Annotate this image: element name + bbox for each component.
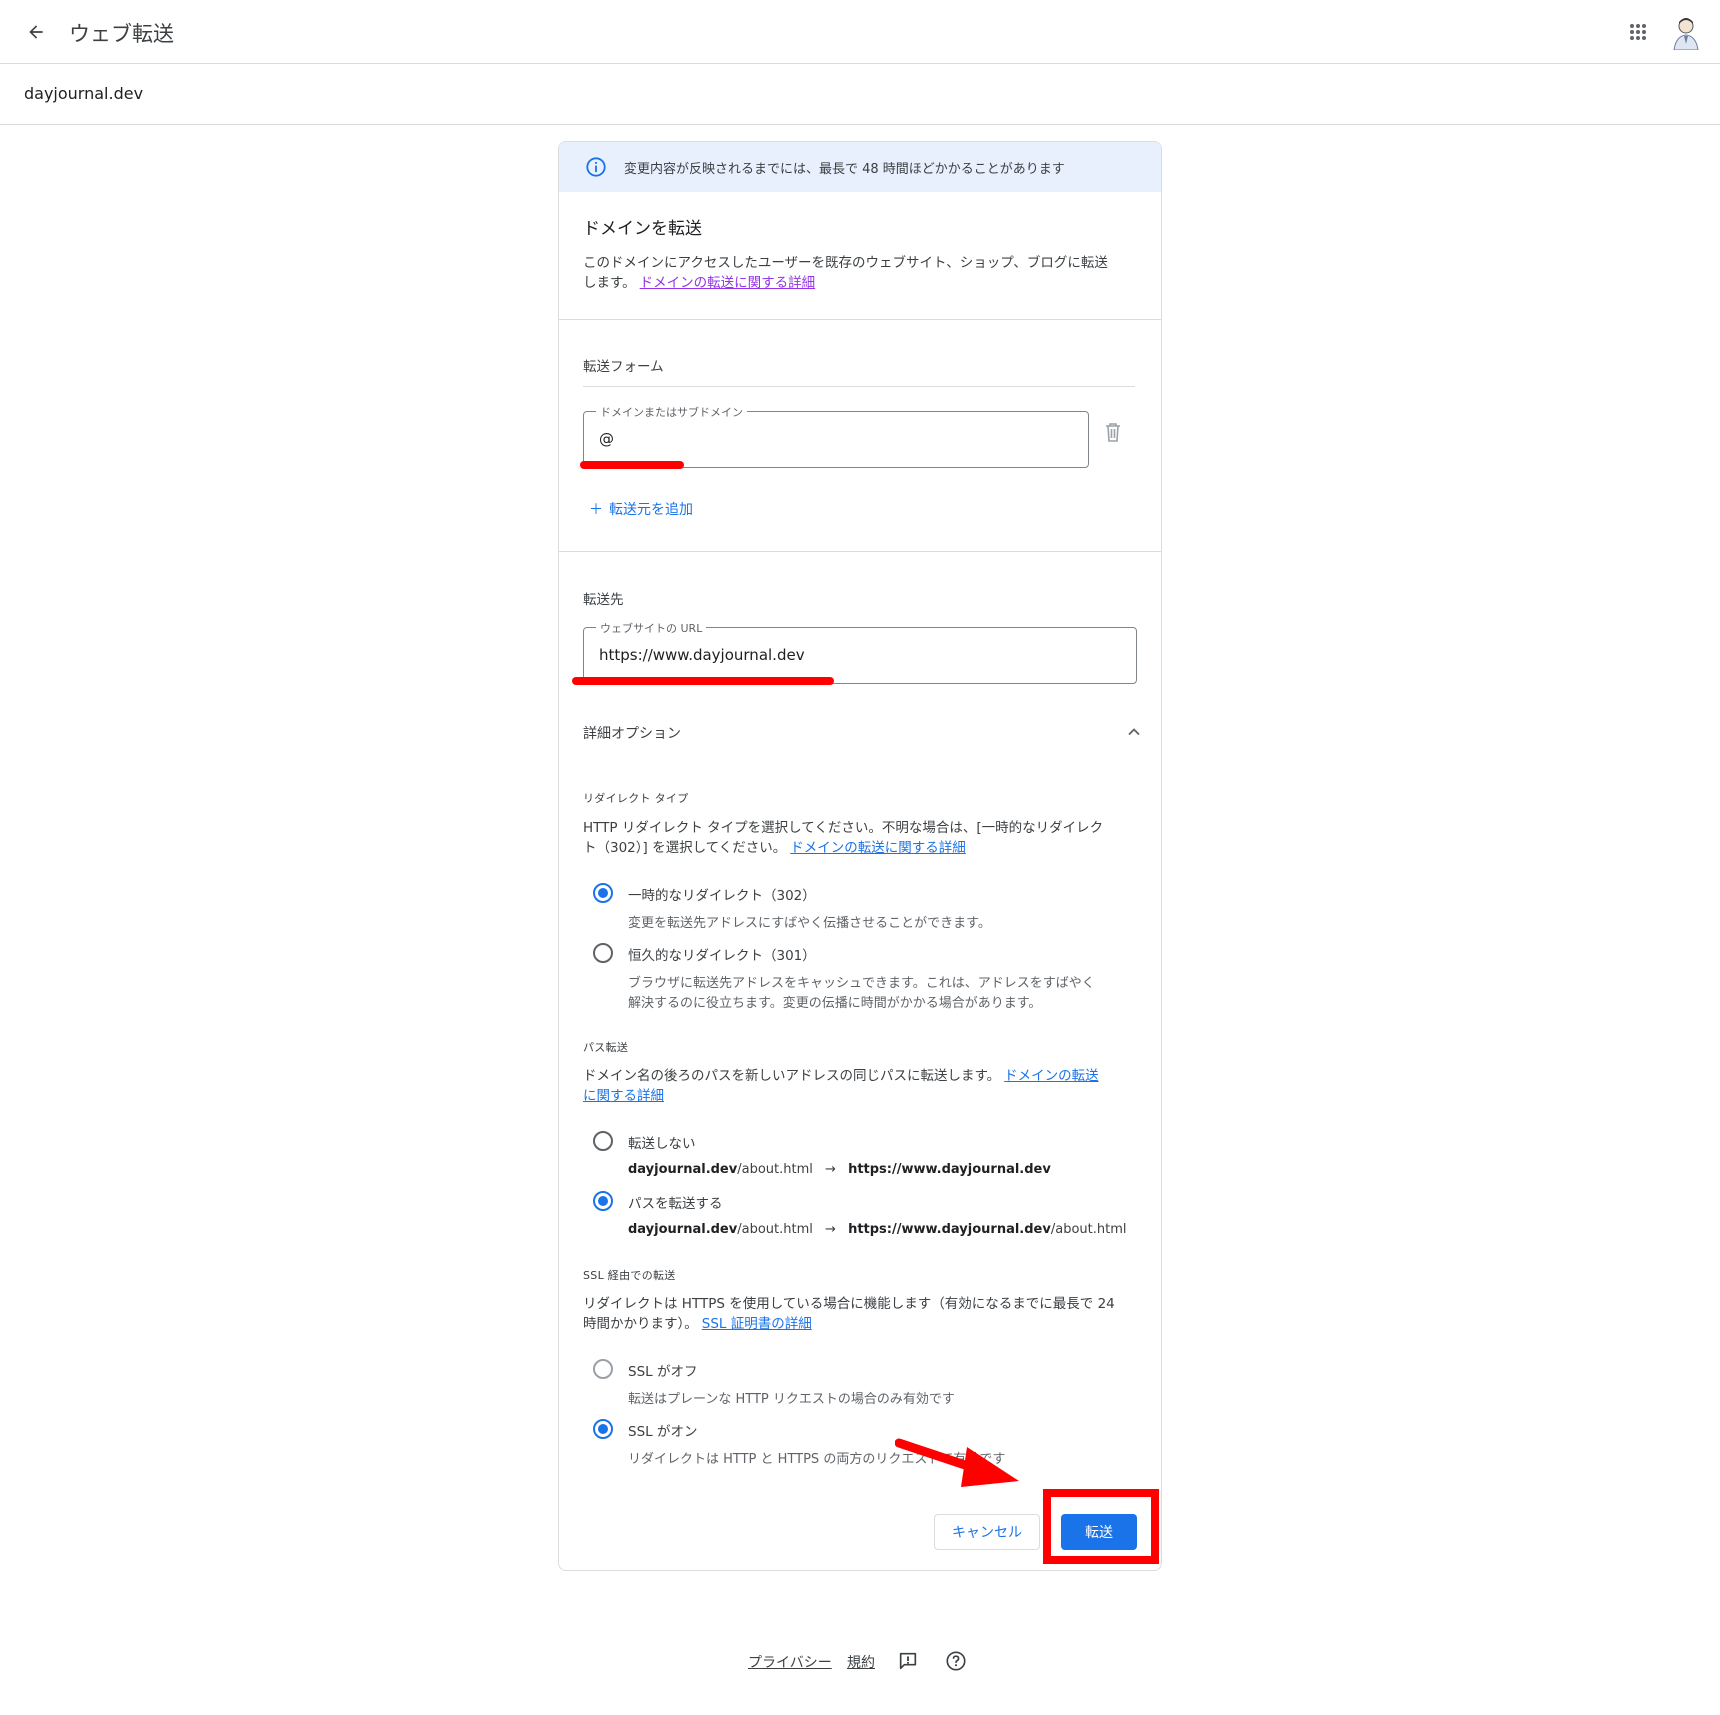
radio-no-path-forwarding[interactable] (593, 1131, 613, 1151)
domain-bar: dayjournal.dev (0, 64, 1720, 125)
radio-ssl-off[interactable] (593, 1359, 613, 1379)
example-source-path: /about.html (737, 1222, 813, 1237)
radio-temporary-redirect[interactable] (593, 883, 613, 903)
back-arrow-button[interactable] (22, 18, 50, 46)
path-forwarding-heading: パス転送 (583, 1041, 629, 1054)
info-icon (586, 157, 606, 177)
example-source-path: /about.html (737, 1162, 813, 1177)
radio-temporary-label: 一時的なリダイレクト（302） (628, 888, 816, 904)
arrow-right-icon: → (825, 1222, 836, 1237)
path-details-link-part2[interactable]: に関する詳細 (583, 1086, 664, 1106)
path-forwarding-desc-text: ドメイン名の後ろのパスを新しいアドレスの同じパスに転送します。 (583, 1068, 1001, 1084)
destination-url-label: ウェブサイトの URL (596, 620, 707, 636)
ssl-desc-line1: リダイレクトは HTTPS を使用している場合に機能します（有効になるまでに最長… (583, 1296, 1115, 1312)
redirect-type-desc-text: ト（302）] を選択してください。 (583, 840, 787, 856)
annotation-highlight-box (1043, 1489, 1159, 1564)
add-source-button[interactable]: ＋ 転送元を追加 (589, 499, 693, 519)
destination-title: 転送先 (583, 592, 624, 608)
radio-forward-path-label: パスを転送する (628, 1196, 723, 1212)
divider (583, 386, 1135, 387)
annotation-underline-destination (572, 677, 834, 685)
arrow-back-icon (29, 25, 43, 39)
info-banner: 変更内容が反映されるまでには、最長で 48 時間ほどかかることがあります (559, 142, 1161, 192)
forward-domain-desc-text: します。 (583, 275, 636, 291)
annotation-underline-source (580, 461, 684, 469)
destination-url-input[interactable]: ウェブサイトの URL https://www.dayjournal.dev (583, 620, 1137, 684)
example-target: https://www.dayjournal.dev (848, 1222, 1051, 1237)
domain-name: dayjournal.dev (24, 84, 144, 103)
apps-grid-icon (1630, 24, 1646, 40)
radio-ssl-on[interactable] (593, 1419, 613, 1439)
radio-permanent-redirect[interactable] (593, 943, 613, 963)
radio-permanent-label: 恒久的なリダイレクト（301） (628, 948, 816, 964)
arrow-right-icon: → (825, 1162, 836, 1177)
ssl-heading: SSL 経由での転送 (583, 1269, 676, 1282)
radio-ssl-on-label: SSL がオン (628, 1424, 698, 1440)
user-avatar[interactable] (1670, 16, 1702, 51)
help-icon[interactable] (945, 1650, 967, 1672)
redirect-type-heading: リダイレクト タイプ (583, 792, 689, 805)
no-path-example: dayjournal.dev/about.html → https://www.… (628, 1162, 1051, 1177)
forward-form-title: 転送フォーム (583, 359, 664, 375)
path-details-link-part1[interactable]: ドメインの転送 (1004, 1068, 1099, 1084)
example-target-path: /about.html (1050, 1222, 1127, 1237)
privacy-link[interactable]: プライバシー (748, 1652, 832, 1672)
example-source-domain: dayjournal.dev (628, 1222, 738, 1237)
destination-url-value: https://www.dayjournal.dev (599, 646, 805, 664)
plus-icon: ＋ (589, 502, 603, 518)
forwarding-card: 変更内容が反映されるまでには、最長で 48 時間ほどかかることがあります ドメイ… (558, 141, 1162, 1571)
ssl-desc-line2: 時間かかります）。 SSL 証明書の詳細 (583, 1314, 812, 1334)
ssl-desc-text: 時間かかります）。 (583, 1316, 698, 1332)
cancel-button[interactable]: キャンセル (934, 1514, 1040, 1550)
radio-ssl-off-label: SSL がオフ (628, 1364, 698, 1380)
forward-domain-desc-line1: このドメインにアクセスしたユーザーを既存のウェブサイト、ショップ、ブログに転送 (583, 255, 1108, 271)
advanced-options-toggle[interactable]: 詳細オプション (583, 724, 681, 744)
avatar-icon (1673, 18, 1699, 51)
radio-temporary-desc: 変更を転送先アドレスにすばやく伝播させることができます。 (628, 916, 991, 931)
forward-domain-title: ドメインを転送 (583, 219, 702, 239)
page-title: ウェブ転送 (69, 22, 174, 46)
footer: プライバシー 規約 (0, 1648, 1720, 1678)
divider (559, 319, 1161, 320)
radio-no-path-label: 転送しない (628, 1136, 696, 1152)
add-source-label: 転送元を追加 (609, 502, 693, 518)
radio-forward-path[interactable] (593, 1191, 613, 1211)
redirect-type-desc-line2: ト（302）] を選択してください。 ドメインの転送に関する詳細 (583, 838, 966, 858)
trash-icon[interactable] (1103, 421, 1123, 443)
feedback-icon[interactable] (897, 1650, 919, 1672)
redirect-details-link[interactable]: ドメインの転送に関する詳細 (790, 840, 966, 856)
path-forwarding-desc-line1: ドメイン名の後ろのパスを新しいアドレスの同じパスに転送します。 ドメインの転送 (583, 1066, 1099, 1086)
source-domain-value: @ (599, 430, 614, 448)
banner-text: 変更内容が反映されるまでには、最長で 48 時間ほどかかることがあります (624, 162, 1065, 177)
apps-grid-button[interactable] (1626, 20, 1650, 44)
redirect-type-desc-line1: HTTP リダイレクト タイプを選択してください。不明な場合は、[一時的なリダイ… (583, 820, 1104, 836)
forward-path-example: dayjournal.dev/about.html → https://www.… (628, 1222, 1127, 1237)
top-app-bar: ウェブ転送 (0, 0, 1720, 64)
source-domain-input[interactable]: ドメインまたはサブドメイン @ (583, 404, 1089, 468)
chevron-up-icon[interactable] (1126, 724, 1142, 740)
example-source-domain: dayjournal.dev (628, 1162, 738, 1177)
terms-link[interactable]: 規約 (847, 1652, 875, 1672)
divider (559, 551, 1161, 552)
ssl-details-link[interactable]: SSL 証明書の詳細 (702, 1316, 812, 1332)
radio-permanent-desc-line1: ブラウザに転送先アドレスをキャッシュできます。これは、アドレスをすばやく (628, 976, 1095, 991)
example-target: https://www.dayjournal.dev (848, 1162, 1051, 1177)
forward-details-link[interactable]: ドメインの転送に関する詳細 (640, 275, 816, 291)
source-domain-label: ドメインまたはサブドメイン (596, 404, 747, 420)
radio-permanent-desc-line2: 解決するのに役立ちます。変更の伝播に時間がかかる場合があります。 (628, 996, 1042, 1011)
forward-domain-desc-line2: します。 ドメインの転送に関する詳細 (583, 273, 815, 293)
annotation-arrow-icon (895, 1438, 1019, 1487)
radio-ssl-off-desc: 転送はプレーンな HTTP リクエストの場合のみ有効です (628, 1392, 955, 1407)
